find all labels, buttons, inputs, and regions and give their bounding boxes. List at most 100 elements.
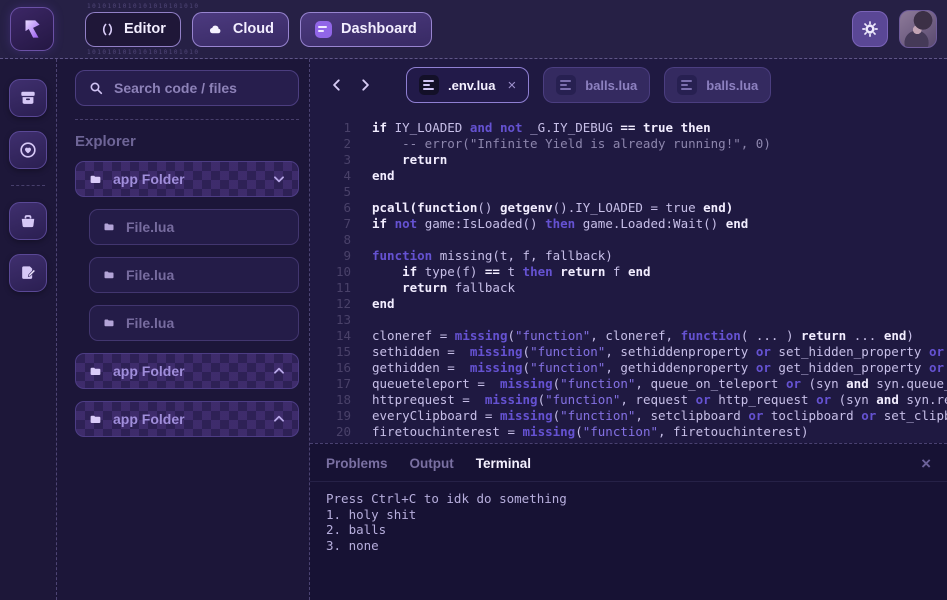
settings-button[interactable]: [852, 11, 888, 47]
chevron-down-icon: [272, 172, 286, 186]
tree-file-row[interactable]: File.lua: [89, 305, 299, 341]
line-number: 8: [310, 232, 351, 248]
folder-icon: [88, 365, 103, 378]
editor-tab[interactable]: balls.lua: [543, 67, 650, 103]
terminal-output[interactable]: Press Ctrl+C to idk do something1. holy …: [310, 482, 947, 562]
code-line: 5: [310, 184, 947, 200]
search-icon: [88, 80, 104, 96]
code-line-content: sethidden = missing("function", sethidde…: [351, 344, 947, 360]
line-number: 14: [310, 328, 351, 344]
editor-tab[interactable]: .env.lua ×: [406, 67, 529, 103]
line-number: 3: [310, 152, 351, 168]
code-line-content: if IY_LOADED and not _G.IY_DEBUG == true…: [351, 120, 711, 136]
cloud-icon: [207, 22, 224, 37]
note-edit-icon: [18, 263, 38, 283]
tree-folder-row[interactable]: app Folder: [75, 161, 299, 197]
binary-texture: 1010101010101010101010: [87, 49, 199, 56]
code-line: 8: [310, 232, 947, 248]
code-line-content: gethidden = missing("function", gethidde…: [351, 360, 947, 376]
code-line-content: end: [351, 168, 395, 184]
search-input[interactable]: [114, 80, 286, 96]
rail-item-community[interactable]: [9, 131, 47, 169]
code-line-content: httprequest = missing("function", reques…: [351, 392, 947, 408]
nav-tab-label: Dashboard: [341, 21, 417, 37]
avatar[interactable]: [899, 10, 937, 48]
code-line: 14cloneref = missing("function", clonere…: [310, 328, 947, 344]
tree-file-row[interactable]: File.lua: [89, 209, 299, 245]
line-number: 20: [310, 424, 351, 440]
tree-folder-row[interactable]: app Folder: [75, 401, 299, 437]
code-line-content: queueteleport = missing("function", queu…: [351, 376, 947, 392]
code-line: 15sethidden = missing("function", sethid…: [310, 344, 947, 360]
line-number: 19: [310, 408, 351, 424]
line-number: 13: [310, 312, 351, 328]
tree-item-label: File.lua: [126, 219, 174, 235]
editor-tab-label: balls.lua: [585, 78, 637, 93]
explorer-panel: Explorer app FolderFile.luaFile.luaFile.…: [57, 59, 310, 600]
rail-item-scripts[interactable]: [9, 254, 47, 292]
nav-tab-cloud[interactable]: Cloud: [192, 12, 289, 47]
code-line-content: end: [351, 296, 395, 312]
line-number: 5: [310, 184, 351, 200]
line-number: 1: [310, 120, 351, 136]
rail-item-projects[interactable]: [9, 202, 47, 240]
code-line-content: -- error("Infinite Yield is already runn…: [351, 136, 771, 152]
code-line: 20firetouchinterest = missing("function"…: [310, 424, 947, 440]
terminal-line: 1. holy shit: [326, 507, 931, 523]
code-line-content: [351, 312, 372, 328]
code-line-content: [351, 184, 372, 200]
chevron-right-icon: [358, 78, 372, 92]
code-line-content: function missing(t, f, fallback): [351, 248, 613, 264]
tree-file-row[interactable]: File.lua: [89, 257, 299, 293]
chevron-up-icon: [272, 412, 286, 426]
nav-tab-label: Cloud: [233, 21, 274, 37]
app-logo[interactable]: [10, 7, 54, 51]
panel-close-icon[interactable]: ×: [921, 455, 931, 472]
panel-tab-terminal[interactable]: Terminal: [476, 456, 531, 471]
chevron-up-icon: [272, 364, 286, 378]
code-line-content: return: [351, 152, 447, 168]
code-line-content: everyClipboard = missing("function", set…: [351, 408, 947, 424]
file-tree: app Folder File.lua File.lua File.lua app Fo…: [75, 161, 299, 437]
file-icon: [556, 75, 576, 95]
terminal-line: 3. none: [326, 538, 931, 554]
code-line: 17queueteleport = missing("function", qu…: [310, 376, 947, 392]
tree-item-label: File.lua: [126, 315, 174, 331]
tree-folder-row[interactable]: app Folder: [75, 353, 299, 389]
nav-tab-dashboard[interactable]: Dashboard: [300, 12, 432, 47]
rail-divider: [11, 185, 45, 186]
code-icon: [100, 22, 115, 37]
bottom-panel: Problems Output Terminal × Press Ctrl+C to …: [310, 443, 947, 600]
code-line: 16gethidden = missing("function", gethid…: [310, 360, 947, 376]
rail-item-assets[interactable]: [9, 79, 47, 117]
nav-forward-button[interactable]: [354, 74, 376, 96]
main-nav: 1010101010101010101010 10101010101010101…: [85, 12, 432, 47]
code-line: 2 -- error("Infinite Yield is already ru…: [310, 136, 947, 152]
editor-tab-label: .env.lua: [448, 78, 495, 93]
panel-tab-output[interactable]: Output: [410, 456, 454, 471]
file-icon: [419, 75, 439, 95]
code-line: 11 return fallback: [310, 280, 947, 296]
heart-circle-icon: [18, 140, 38, 160]
panel-tab-bar: Problems Output Terminal ×: [310, 444, 947, 482]
nav-tab-editor[interactable]: Editor: [85, 12, 181, 47]
editor-tabs: .env.lua × balls.lua balls.lua: [406, 67, 771, 103]
file-icon: [102, 269, 116, 281]
folder-icon: [88, 413, 103, 426]
editor-tab[interactable]: balls.lua: [664, 67, 771, 103]
logo-icon: [19, 16, 45, 42]
tab-close-icon[interactable]: ×: [507, 78, 516, 93]
nav-back-button[interactable]: [326, 74, 348, 96]
line-number: 11: [310, 280, 351, 296]
line-number: 12: [310, 296, 351, 312]
line-number: 6: [310, 200, 351, 216]
code-line-content: [351, 232, 372, 248]
code-line: 10 if type(f) == t then return f end: [310, 264, 947, 280]
tree-item-label: File.lua: [126, 267, 174, 283]
panel-tab-problems[interactable]: Problems: [326, 456, 388, 471]
line-number: 10: [310, 264, 351, 280]
briefcase-icon: [18, 211, 38, 231]
explorer-separator: [75, 119, 299, 120]
code-editor[interactable]: 1if IY_LOADED and not _G.IY_DEBUG == tru…: [310, 111, 947, 443]
code-line: 1if IY_LOADED and not _G.IY_DEBUG == tru…: [310, 120, 947, 136]
